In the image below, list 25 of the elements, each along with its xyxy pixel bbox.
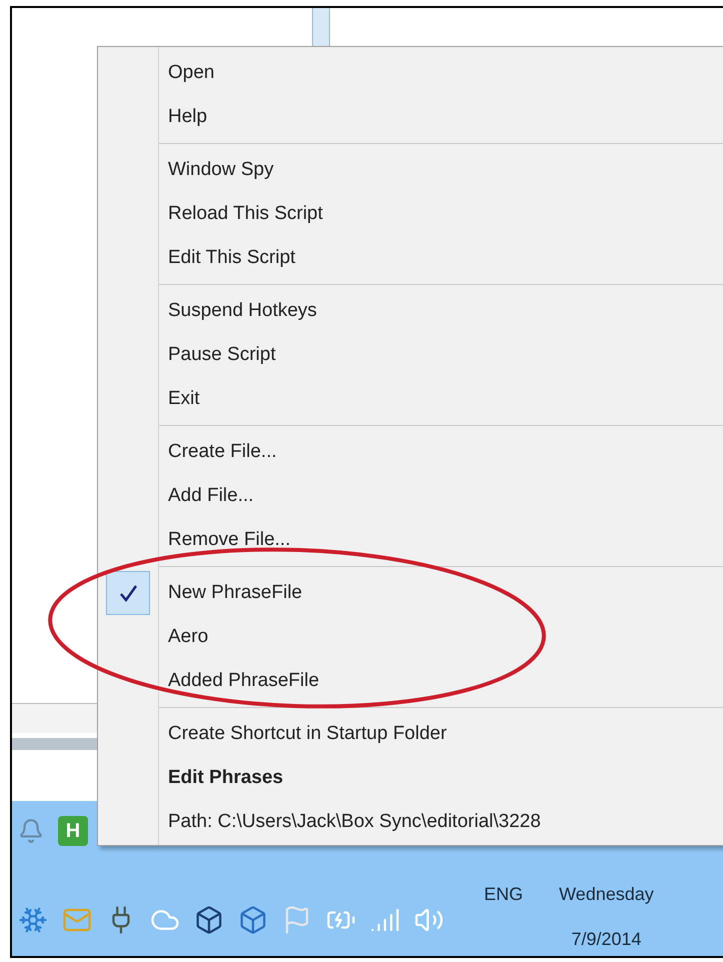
menu-item[interactable]: Aero (168, 622, 208, 652)
snowflake-icon[interactable] (18, 905, 48, 935)
menu-item[interactable]: Path: C:\Users\Jack\Box Sync\editorial\3228 (168, 808, 541, 836)
menu-item[interactable]: Edit Phrases (168, 764, 284, 792)
menu-item[interactable]: Add File... (168, 482, 254, 510)
menu-item[interactable]: Remove File... (168, 526, 290, 554)
package-icon[interactable] (238, 905, 268, 935)
clock-day[interactable]: Wednesday (559, 881, 654, 908)
language-indicator[interactable]: ENG (484, 881, 524, 908)
menu-item[interactable]: New PhraseFile (168, 578, 302, 608)
menu-item[interactable]: Window Spy (168, 156, 274, 184)
menu-item[interactable]: Exit (168, 384, 200, 414)
menu-item[interactable]: Edit This Script (168, 244, 296, 272)
menu-item[interactable]: Pause Script (168, 340, 276, 370)
scrollbar (312, 8, 330, 48)
bell-icon[interactable] (18, 818, 44, 844)
menu-item[interactable]: Create File... (168, 438, 277, 466)
menu-item[interactable]: Help (168, 102, 208, 132)
clock-date[interactable]: 7/9/2014 (571, 926, 642, 953)
box-icon[interactable] (194, 905, 224, 935)
menu-item[interactable]: Suspend Hotkeys (168, 296, 317, 326)
menu-item[interactable]: Open (168, 58, 214, 88)
menu-item[interactable]: Added PhraseFile (168, 666, 320, 696)
menu-item[interactable]: Reload This Script (168, 200, 323, 228)
menu-item[interactable]: Create Shortcut in Startup Folder (168, 720, 447, 748)
